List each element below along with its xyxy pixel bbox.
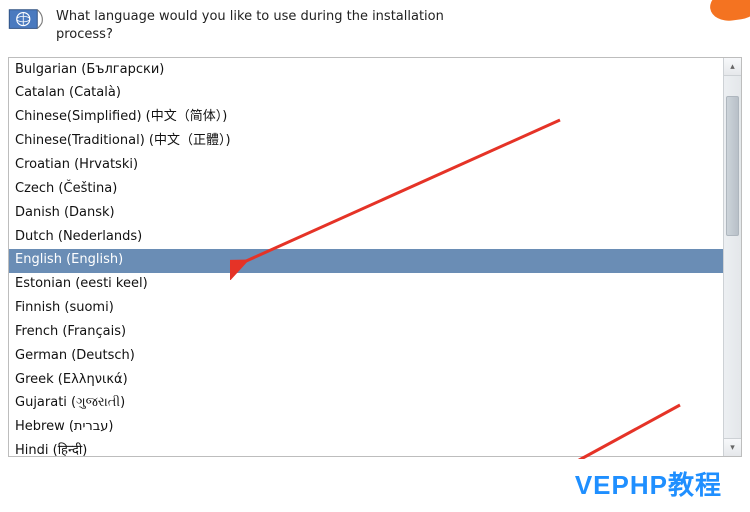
language-option[interactable]: Estonian (eesti keel) <box>9 273 723 297</box>
language-option[interactable]: Chinese(Simplified) (中文（简体）) <box>9 106 723 130</box>
language-option[interactable]: German (Deutsch) <box>9 344 723 368</box>
installation-language-prompt: What language would you like to use duri… <box>56 6 476 43</box>
scroll-up-button[interactable]: ▴ <box>724 58 741 76</box>
globe-flag-icon <box>8 6 46 34</box>
language-option[interactable]: Hindi (हिन्दी) <box>9 440 723 457</box>
language-option[interactable]: Czech (Čeština) <box>9 177 723 201</box>
language-option[interactable]: Chinese(Traditional) (中文（正體）) <box>9 130 723 154</box>
language-option[interactable]: French (Français) <box>9 320 723 344</box>
language-option[interactable]: Dutch (Nederlands) <box>9 225 723 249</box>
language-option[interactable]: Bulgarian (Български) <box>9 58 723 82</box>
header: What language would you like to use duri… <box>0 0 750 57</box>
scroll-thumb[interactable] <box>726 96 739 236</box>
language-option[interactable]: Finnish (suomi) <box>9 297 723 321</box>
scroll-down-button[interactable]: ▾ <box>724 438 741 456</box>
language-option[interactable]: Danish (Dansk) <box>9 201 723 225</box>
language-option[interactable]: Gujarati (ગુજરાતી) <box>9 392 723 416</box>
language-option[interactable]: Greek (Ελληνικά) <box>9 368 723 392</box>
language-option[interactable]: Croatian (Hrvatski) <box>9 153 723 177</box>
scroll-track[interactable] <box>724 76 741 438</box>
language-listbox[interactable]: Bulgarian (Български)Catalan (Català)Chi… <box>8 57 742 457</box>
watermark-label: VEPHP教程 <box>547 459 732 504</box>
language-option[interactable]: Catalan (Català) <box>9 82 723 106</box>
scrollbar[interactable]: ▴ ▾ <box>723 58 741 456</box>
language-option[interactable]: Hebrew (עברית) <box>9 416 723 440</box>
language-option[interactable]: English (English) <box>9 249 723 273</box>
